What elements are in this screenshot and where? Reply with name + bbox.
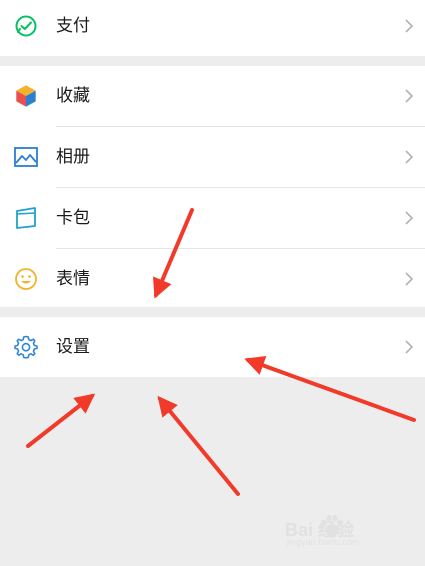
- album-picture-icon: [14, 147, 38, 167]
- menu-item-settings-label: 设置: [56, 337, 90, 357]
- chevron-right-icon: [405, 211, 414, 225]
- chevron-right-icon: [405, 340, 414, 354]
- menu-item-album-label: 相册: [56, 147, 90, 167]
- menu-item-cards-label: 卡包: [56, 208, 90, 228]
- me-tab-menu-page: 支付 收藏 相册 卡包 表情 设置 Bai 经验 jingyan.baidu.c…: [0, 0, 425, 566]
- wechat-pay-icon: [15, 15, 37, 37]
- chevron-right-icon: [405, 89, 414, 103]
- arrow-bottom-left: [26, 393, 96, 448]
- menu-item-cards[interactable]: 卡包: [0, 188, 425, 248]
- sticker-smile-icon: [15, 268, 37, 290]
- menu-group-settings: 设置: [0, 317, 425, 377]
- card-wallet-icon: [16, 207, 36, 229]
- menu-group-main: 收藏 相册 卡包 表情: [0, 66, 425, 307]
- menu-item-pay-label: 支付: [56, 16, 90, 36]
- chevron-right-icon: [405, 19, 414, 33]
- chevron-right-icon: [405, 272, 414, 286]
- arrow-bottom-center: [157, 395, 240, 496]
- menu-item-settings[interactable]: 设置: [0, 317, 425, 377]
- menu-item-pay[interactable]: 支付: [0, 0, 425, 56]
- menu-item-album[interactable]: 相册: [0, 127, 425, 187]
- settings-gear-icon: [14, 335, 38, 359]
- baidu-jingyan-watermark: Bai 经验 jingyan.baidu.com: [285, 512, 395, 548]
- chevron-right-icon: [405, 150, 414, 164]
- menu-item-favorites-label: 收藏: [56, 86, 90, 106]
- menu-group-pay: 支付: [0, 0, 425, 56]
- menu-item-stickers[interactable]: 表情: [0, 249, 425, 309]
- menu-item-stickers-label: 表情: [56, 269, 90, 289]
- menu-item-favorites[interactable]: 收藏: [0, 66, 425, 126]
- watermark-sub: jingyan.baidu.com: [287, 537, 360, 547]
- favorites-cube-icon: [15, 84, 37, 108]
